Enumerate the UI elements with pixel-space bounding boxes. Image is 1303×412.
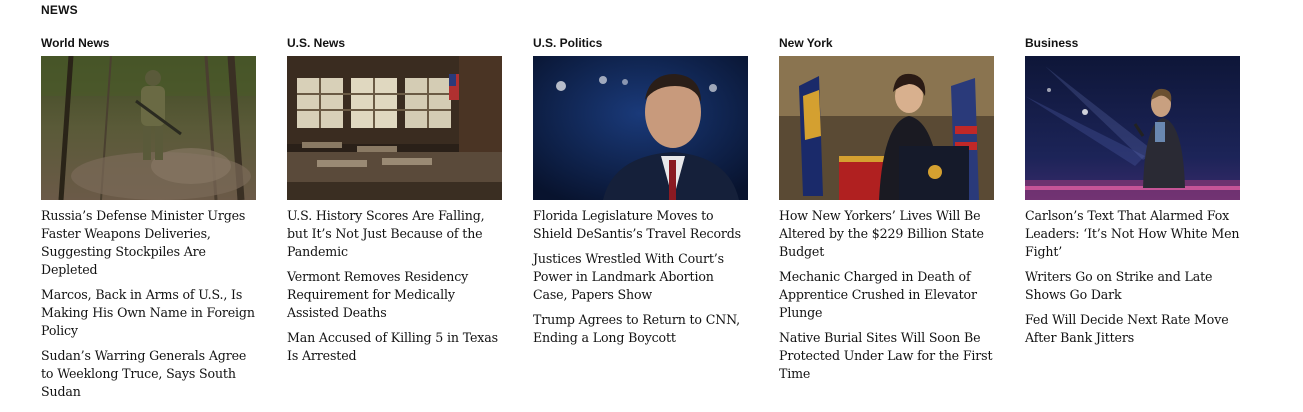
headline-list: Russia’s Defense Minister Urges Faster W… bbox=[41, 207, 257, 401]
headline-link[interactable]: U.S. History Scores Are Falling, but It’… bbox=[287, 207, 503, 261]
politician-speaking-photo-icon[interactable] bbox=[533, 56, 748, 200]
headline-link[interactable]: Marcos, Back in Arms of U.S., Is Making … bbox=[41, 286, 257, 340]
column-us-politics: U.S. Politics Florida Legislature Moves … bbox=[533, 36, 749, 354]
column-us-news: U.S. News U.S. History Scores Are Fallin… bbox=[287, 36, 503, 372]
stage-speaker-photo-icon[interactable] bbox=[1025, 56, 1240, 200]
headline-list: Florida Legislature Moves to Shield DeSa… bbox=[533, 207, 749, 347]
headline-link[interactable]: Justices Wrestled With Court’s Power in … bbox=[533, 250, 749, 304]
headline-link[interactable]: Russia’s Defense Minister Urges Faster W… bbox=[41, 207, 257, 279]
column-label[interactable]: New York bbox=[779, 36, 995, 51]
column-world-news: World News Russia’s Defense Minister Urg… bbox=[41, 36, 257, 408]
soldier-forest-photo-icon[interactable] bbox=[41, 56, 256, 200]
column-new-york: New York How New Yorkers’ Lives Will Be … bbox=[779, 36, 995, 390]
governor-podium-photo-icon[interactable] bbox=[779, 56, 994, 200]
headline-link[interactable]: Florida Legislature Moves to Shield DeSa… bbox=[533, 207, 749, 243]
headline-link[interactable]: Writers Go on Strike and Late Shows Go D… bbox=[1025, 268, 1241, 304]
column-label[interactable]: U.S. News bbox=[287, 36, 503, 51]
headline-link[interactable]: Native Burial Sites Will Soon Be Protect… bbox=[779, 329, 995, 383]
section-title[interactable]: NEWS bbox=[41, 2, 78, 18]
headline-list: How New Yorkers’ Lives Will Be Altered b… bbox=[779, 207, 995, 383]
headline-link[interactable]: Man Accused of Killing 5 in Texas Is Arr… bbox=[287, 329, 503, 365]
headline-list: Carlson’s Text That Alarmed Fox Leaders:… bbox=[1025, 207, 1241, 347]
headline-link[interactable]: How New Yorkers’ Lives Will Be Altered b… bbox=[779, 207, 995, 261]
empty-classroom-photo-icon[interactable] bbox=[287, 56, 502, 200]
column-business: Business Carlson’s Text That Alarmed Fox… bbox=[1025, 36, 1241, 354]
column-label[interactable]: World News bbox=[41, 36, 257, 51]
headline-link[interactable]: Fed Will Decide Next Rate Move After Ban… bbox=[1025, 311, 1241, 347]
headline-link[interactable]: Trump Agrees to Return to CNN, Ending a … bbox=[533, 311, 749, 347]
headline-list: U.S. History Scores Are Falling, but It’… bbox=[287, 207, 503, 365]
headline-link[interactable]: Carlson’s Text That Alarmed Fox Leaders:… bbox=[1025, 207, 1241, 261]
headline-link[interactable]: Sudan’s Warring Generals Agree to Weeklo… bbox=[41, 347, 257, 401]
column-label[interactable]: U.S. Politics bbox=[533, 36, 749, 51]
column-label[interactable]: Business bbox=[1025, 36, 1241, 51]
headline-link[interactable]: Mechanic Charged in Death of Apprentice … bbox=[779, 268, 995, 322]
headline-link[interactable]: Vermont Removes Residency Requirement fo… bbox=[287, 268, 503, 322]
